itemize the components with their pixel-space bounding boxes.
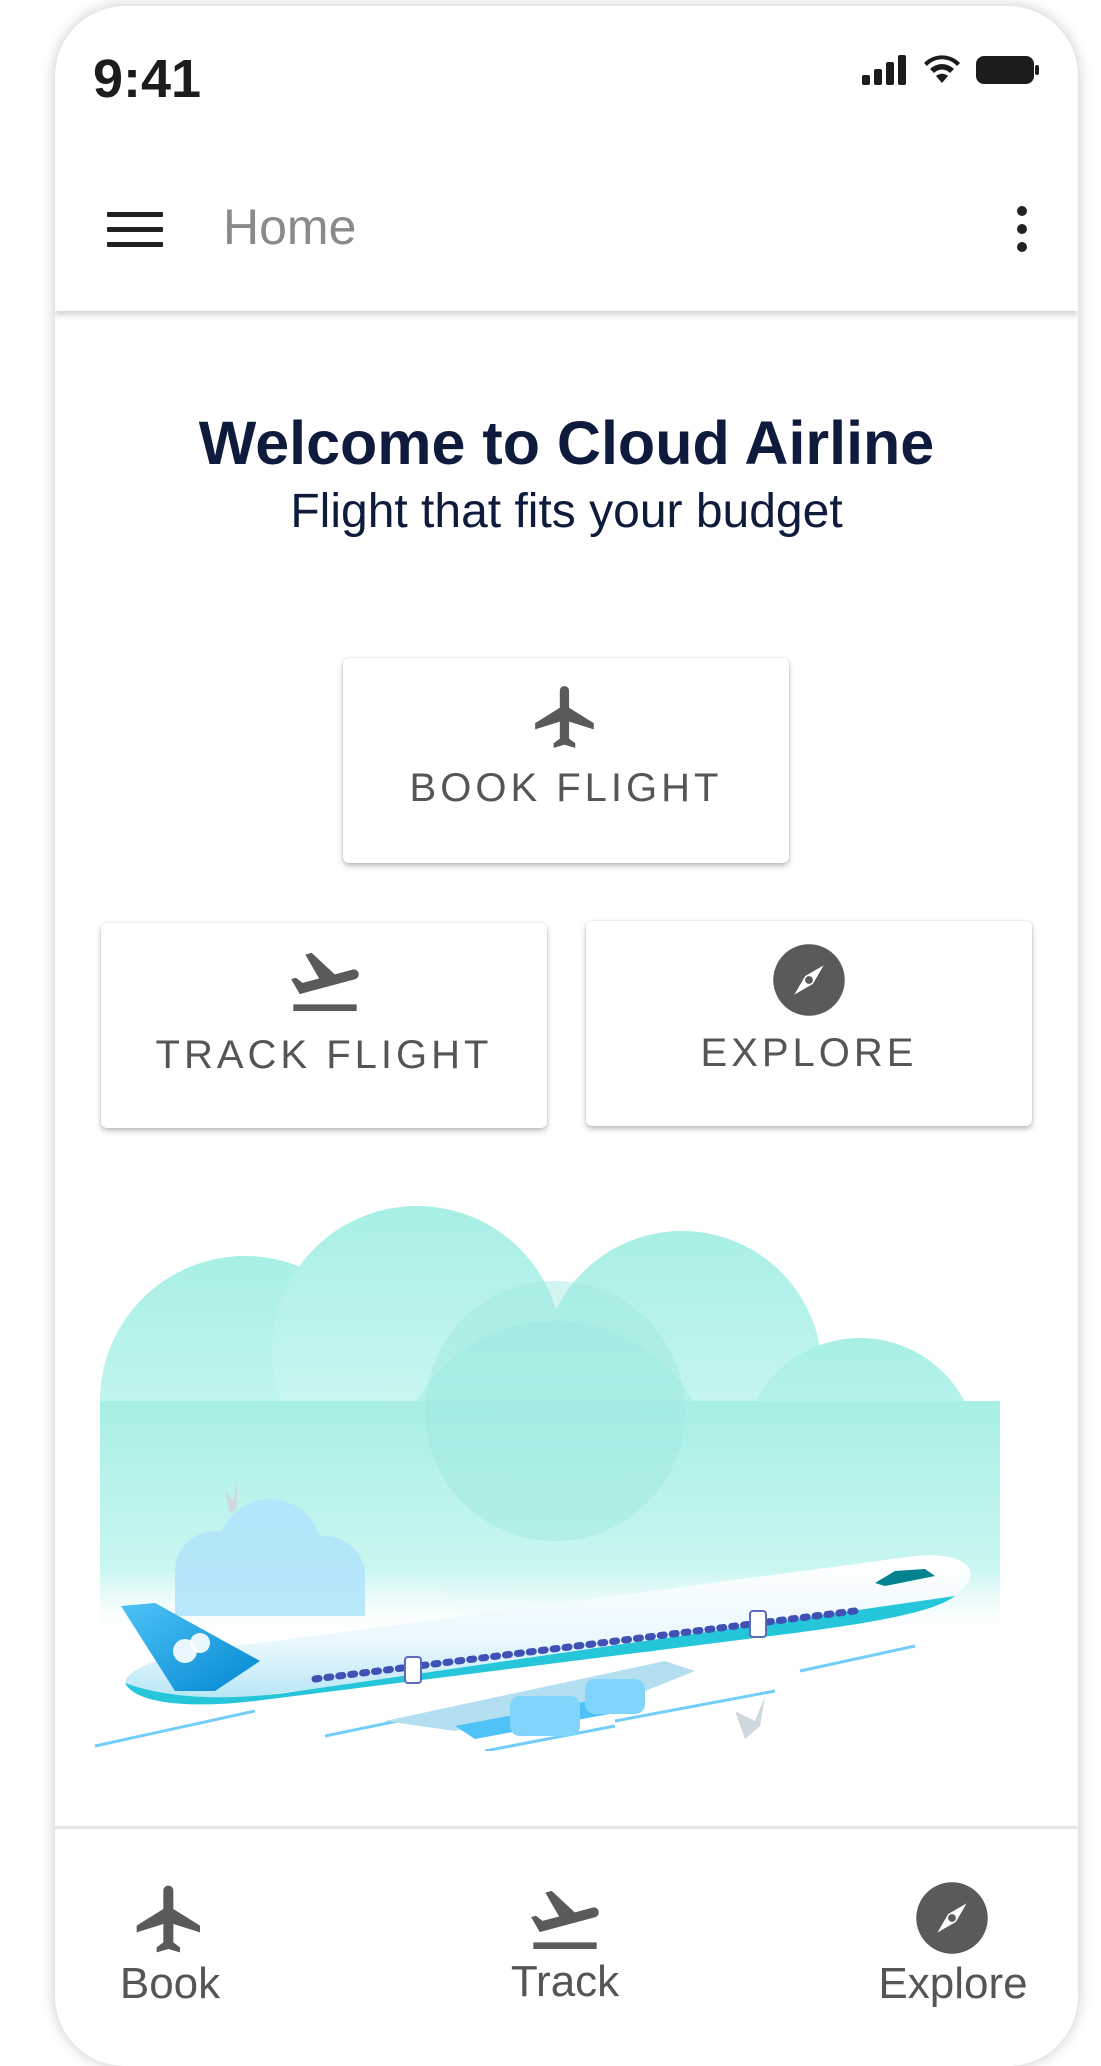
compass-icon [916, 1882, 988, 1954]
wifi-icon [924, 55, 960, 83]
app-bar: Home [55, 156, 1078, 311]
page-title: Home [223, 199, 357, 255]
nav-item-explore[interactable]: Explore [853, 1829, 1053, 2008]
home-content: Welcome to Cloud Airline Flight that fit… [55, 311, 1078, 1831]
cellular-signal-icon [862, 55, 906, 85]
airplane-icon [136, 1885, 200, 1953]
nav-label-book: Book [119, 1959, 221, 2008]
battery-icon [976, 56, 1039, 84]
status-icons [862, 54, 1040, 86]
book-flight-button[interactable]: BOOK FLIGHT [343, 658, 789, 863]
airplane-icon [535, 686, 594, 748]
nav-item-track[interactable]: Track [465, 1829, 665, 2006]
status-time: 9:41 [93, 49, 202, 109]
nav-label-track: Track [510, 1957, 620, 2006]
track-flight-button[interactable]: TRACK FLIGHT [101, 923, 547, 1128]
flight-takeoff-icon [531, 1890, 599, 1949]
menu-icon[interactable] [107, 212, 163, 252]
book-flight-label: BOOK FLIGHT [409, 766, 723, 810]
flight-takeoff-icon [291, 952, 359, 1011]
track-flight-label: TRACK FLIGHT [155, 1033, 493, 1077]
welcome-title: Welcome to Cloud Airline [198, 409, 935, 477]
bottom-navigation: Book Track Explore [55, 1826, 1078, 2066]
nav-item-book[interactable]: Book [70, 1829, 270, 2008]
nav-label-explore: Explore [878, 1959, 1028, 2008]
phone-frame: 9:41 Home Welcome to Cloud Airline Fligh… [55, 6, 1078, 2066]
airplane-clouds-illustration [94, 1206, 1000, 1751]
explore-button[interactable]: EXPLORE [586, 921, 1032, 1126]
more-options-icon[interactable] [1014, 206, 1030, 260]
welcome-subtitle: Flight that fits your budget [290, 485, 843, 538]
compass-icon [773, 944, 845, 1016]
explore-label: EXPLORE [700, 1031, 918, 1075]
